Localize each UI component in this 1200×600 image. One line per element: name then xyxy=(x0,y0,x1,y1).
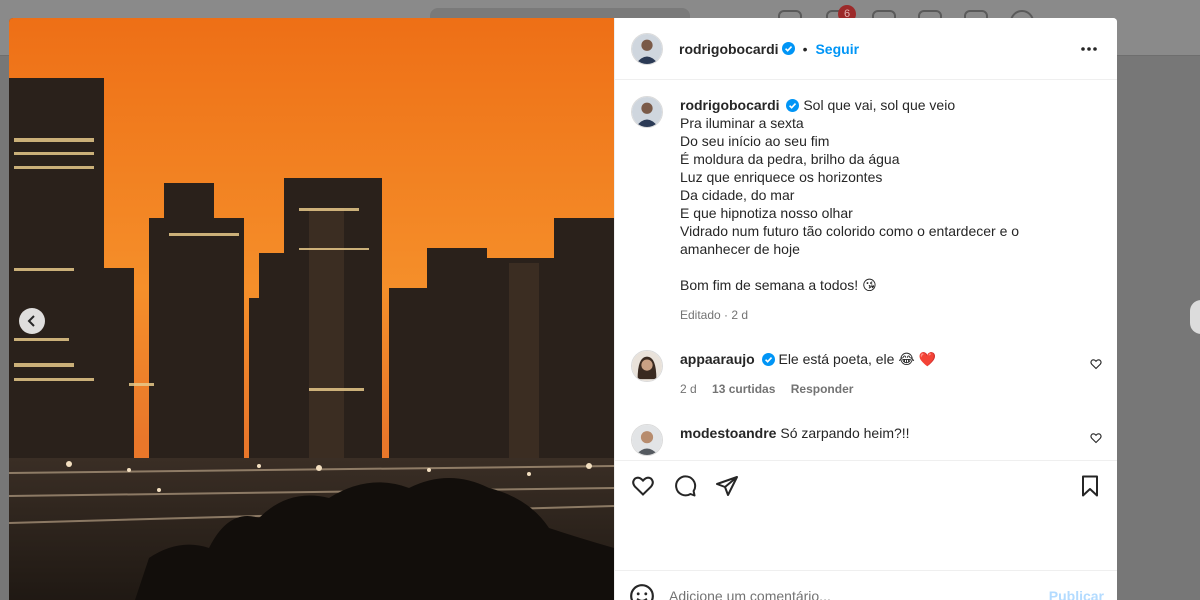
comments-list: rodrigobocardi Sol que vai, sol que veio… xyxy=(615,80,1117,460)
person-avatar-icon xyxy=(632,97,662,127)
comment-body: modestoandre Só zarpando heim?!! xyxy=(680,424,1102,456)
caption-line: Vidrado num futuro tão colorido como o e… xyxy=(680,223,1020,239)
commenter-avatar[interactable] xyxy=(631,350,663,382)
comment-button[interactable] xyxy=(671,472,699,500)
like-button[interactable] xyxy=(629,472,657,500)
comment-item: modestoandre Só zarpando heim?!! xyxy=(615,424,1117,456)
caption-line: amanhecer de hoje xyxy=(680,241,800,257)
caption-body: rodrigobocardi Sol que vai, sol que veio… xyxy=(680,96,1102,324)
save-button[interactable] xyxy=(1076,472,1104,500)
emoji-icon[interactable] xyxy=(629,583,655,600)
commenter-username[interactable]: modestoandre xyxy=(680,425,776,441)
caption-line: Da cidade, do mar xyxy=(680,187,795,203)
city-sunset-image xyxy=(9,18,614,600)
caption-line: Do seu início ao seu fim xyxy=(680,133,830,149)
share-button[interactable] xyxy=(713,472,741,500)
post-header: rodrigobocardi • Seguir xyxy=(615,18,1117,80)
like-comment-heart-icon[interactable] xyxy=(1090,432,1102,444)
comment-meta: 2 d 13 curtidas Responder xyxy=(680,380,1102,398)
more-options-button[interactable] xyxy=(1077,37,1101,61)
caption-line: Bom fim de semana a todos! 😘 xyxy=(680,277,877,293)
comment-likes[interactable]: 13 curtidas xyxy=(712,382,775,396)
caption-username[interactable]: rodrigobocardi xyxy=(680,97,780,113)
caption-meta: Editado · 2 d xyxy=(680,306,1102,324)
caption-author-avatar[interactable] xyxy=(631,96,663,128)
bookmark-icon xyxy=(1082,475,1098,496)
like-comment-heart-icon[interactable] xyxy=(1090,358,1102,370)
next-post-button[interactable] xyxy=(1190,300,1200,334)
person-avatar-icon xyxy=(632,425,662,455)
caption-line: Sol que vai, sol que veio xyxy=(803,97,956,113)
post-modal: rodrigobocardi • Seguir rodrigobocardi S… xyxy=(9,18,1117,600)
caption-edited-time: Editado · 2 d xyxy=(680,308,749,322)
comment-time: 2 d xyxy=(680,382,697,396)
comment-text: Ele está poeta, ele 😂 ❤️ xyxy=(778,351,937,367)
more-dots-icon xyxy=(1081,46,1097,51)
follow-button[interactable]: Seguir xyxy=(815,41,859,57)
verified-badge-icon xyxy=(761,353,775,366)
caption-line: E que hipnotiza nosso olhar xyxy=(680,205,853,221)
commenter-username[interactable]: appaaraujo xyxy=(680,351,755,367)
caption-line: É moldura da pedra, brilho da água xyxy=(680,151,900,167)
post-photo xyxy=(9,18,614,600)
author-username[interactable]: rodrigobocardi xyxy=(679,41,779,57)
reply-button[interactable]: Responder xyxy=(791,382,854,396)
post-actions-bar xyxy=(615,460,1117,510)
comment-text: Só zarpando heim?!! xyxy=(780,425,910,441)
comment-item: appaaraujo Ele está poeta, ele 😂 ❤️ 2 d … xyxy=(615,350,1117,398)
separator-dot: • xyxy=(802,40,808,57)
comment-icon xyxy=(675,474,697,496)
commenter-avatar[interactable] xyxy=(631,424,663,456)
post-details-panel: rodrigobocardi • Seguir rodrigobocardi S… xyxy=(614,18,1117,600)
verified-badge-icon xyxy=(786,99,800,112)
caption: rodrigobocardi Sol que vai, sol que veio… xyxy=(615,96,1117,324)
person-avatar-icon xyxy=(632,351,662,381)
comment-body: appaaraujo Ele está poeta, ele 😂 ❤️ 2 d … xyxy=(680,350,1102,398)
share-icon xyxy=(716,475,738,496)
caption-line: Pra iluminar a sexta xyxy=(680,115,804,131)
chevron-left-icon xyxy=(27,315,35,327)
carousel-previous-button[interactable] xyxy=(19,308,45,334)
add-comment-row: Publicar xyxy=(615,570,1117,600)
person-avatar-icon xyxy=(632,33,662,64)
publish-button[interactable]: Publicar xyxy=(1049,588,1104,600)
caption-line: Luz que enriquece os horizontes xyxy=(680,169,883,185)
comment-input[interactable] xyxy=(669,587,1049,600)
author-avatar[interactable] xyxy=(631,32,663,65)
verified-badge-icon xyxy=(781,42,795,55)
heart-icon xyxy=(632,476,654,496)
